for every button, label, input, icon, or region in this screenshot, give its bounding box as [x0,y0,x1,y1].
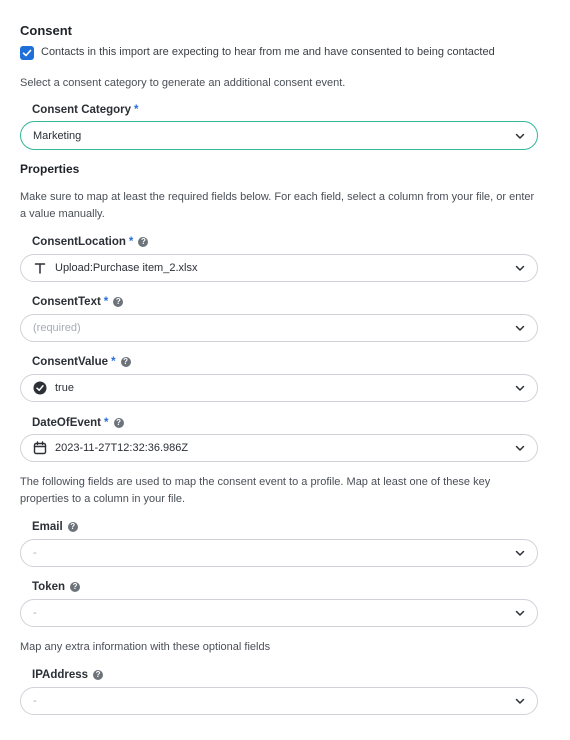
email-select[interactable]: - [20,539,538,567]
consent-title: Consent [20,23,72,38]
help-icon[interactable]: ? [70,582,81,592]
consent-location-select[interactable]: Upload:Purchase item_2.xlsx [20,254,538,282]
help-icon[interactable]: ? [67,522,78,532]
check-circle-icon [33,381,47,395]
calendar-icon [33,441,47,455]
properties-hint: Make sure to map at least the required f… [20,191,535,220]
help-icon[interactable]: ? [93,670,104,680]
date-of-event-select[interactable]: 2023-11-27T12:32:36.986Z [20,434,538,462]
consent-value-select[interactable]: true [20,374,538,402]
checkmark-icon [22,49,32,57]
date-of-event-label: DateOfEvent *? [32,417,124,429]
consent-category-select[interactable]: Marketing [20,121,538,150]
consent-value-value: true [55,382,74,394]
ip-address-value: - [33,695,37,707]
optional-hint: Map any extra information with these opt… [20,641,271,653]
date-of-event-value: 2023-11-27T12:32:36.986Z [55,442,189,454]
email-label: Email? [32,521,78,533]
consent-text-placeholder: (required) [33,322,81,334]
ip-address-select[interactable]: - [20,687,538,715]
ip-address-label: IPAddress? [32,669,104,681]
chevron-down-icon [513,694,527,708]
help-icon[interactable]: ? [120,357,131,367]
help-icon[interactable]: ? [138,237,149,247]
token-value: - [33,607,37,619]
consent-checkbox[interactable] [20,46,34,60]
consent-text-label: ConsentText *? [32,296,124,308]
consent-category-label: Consent Category * [32,104,139,116]
chevron-down-icon [513,321,527,335]
properties-title: Properties [20,162,80,176]
chevron-down-icon [513,129,527,143]
help-icon[interactable]: ? [113,297,124,307]
token-label: Token? [32,581,81,593]
profile-hint: The following fields are used to map the… [20,476,491,505]
help-icon[interactable]: ? [113,418,124,428]
consent-value-label: ConsentValue *? [32,356,131,368]
chevron-down-icon [513,546,527,560]
chevron-down-icon [513,441,527,455]
chevron-down-icon [513,606,527,620]
consent-category-value: Marketing [33,129,82,142]
consent-checkbox-label: Contacts in this import are expecting to… [41,46,495,58]
text-type-icon [33,261,47,275]
chevron-down-icon [513,261,527,275]
consent-location-value: Upload:Purchase item_2.xlsx [55,262,198,274]
token-select[interactable]: - [20,599,538,627]
email-value: - [33,547,37,559]
consent-category-hint: Select a consent category to generate an… [20,77,346,89]
chevron-down-icon [513,381,527,395]
consent-text-select[interactable]: (required) [20,314,538,342]
consent-location-label: ConsentLocation *? [32,236,149,248]
